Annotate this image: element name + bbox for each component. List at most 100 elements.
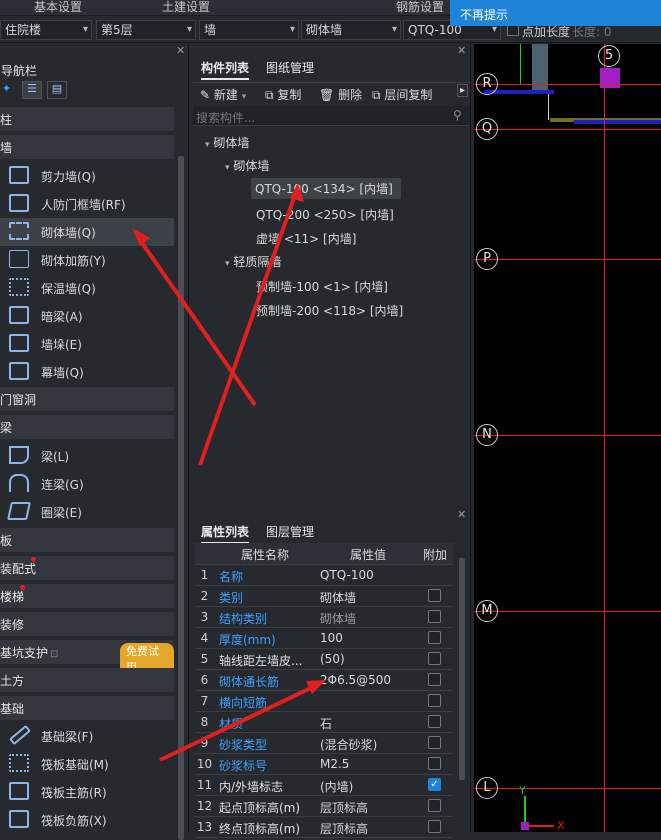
nav-category-earthwork[interactable]: 土方 <box>0 668 174 692</box>
property-name: 名称 <box>219 570 244 584</box>
nav-scrollbar[interactable] <box>178 156 184 840</box>
nav-item-raft-negative-rebar[interactable]: 筏板负筋(X) <box>0 806 174 834</box>
new-button[interactable]: ✎ 新建 ▾ <box>200 86 246 103</box>
property-value[interactable]: M2.5 <box>320 757 349 771</box>
close-icon[interactable]: ✕ <box>457 44 466 57</box>
property-value[interactable]: 砌体墙 <box>320 610 356 627</box>
extra-checkbox[interactable] <box>428 694 441 707</box>
extra-checkbox[interactable] <box>428 673 441 686</box>
extra-checkbox[interactable] <box>428 715 441 728</box>
nav-category-decoration[interactable]: 装修 <box>0 612 174 636</box>
floor-copy-button[interactable]: ⧉ 层间复制 <box>372 86 432 103</box>
nav-category-wall[interactable]: 墙 <box>0 135 174 159</box>
pin-icon[interactable]: ✦ <box>2 82 11 95</box>
table-row[interactable]: 7 横向短筋 <box>195 691 453 712</box>
tab-basic-settings[interactable]: 基本设置 <box>34 0 82 14</box>
nav-item-masonry-wall[interactable]: 砌体墙(Q) <box>0 218 174 246</box>
list-view-icon[interactable]: ☰ <box>22 81 42 99</box>
nav-item-civil-door-wall[interactable]: 人防门框墙(RF) <box>0 190 174 218</box>
tree-group-light-partition[interactable]: ▾ 轻质隔墙 <box>225 253 281 270</box>
table-row[interactable]: 3 结构类别 砌体墙 <box>195 607 453 628</box>
detail-view-icon[interactable]: ▤ <box>47 81 67 99</box>
tree-item-prefab-200[interactable]: 预制墙-200 <118> [内墙] <box>256 302 403 319</box>
nav-item-raft-foundation[interactable]: 筏板基础(M) <box>0 750 174 778</box>
tree-item-virtual-wall[interactable]: 虚墙 <11> [内墙] <box>256 230 356 247</box>
extra-checkbox[interactable] <box>428 736 441 749</box>
nav-item-insulation-wall[interactable]: 保温墙(Q) <box>0 274 174 302</box>
tab-layer-management[interactable]: 图层管理 <box>266 523 314 540</box>
property-scrollbar[interactable] <box>459 558 465 780</box>
table-row[interactable]: 4 厚度(mm) 100 <box>195 628 453 649</box>
table-row[interactable]: 6 砌体通长筋 2Φ6.5@500 <box>195 670 453 691</box>
tree-root[interactable]: ▾ 砌体墙 <box>205 134 249 151</box>
property-value[interactable]: 砌体墙 <box>320 589 356 606</box>
close-icon[interactable]: ✕ <box>176 44 185 57</box>
tree-group-masonry[interactable]: ▾ 砌体墙 <box>225 157 269 174</box>
floor-select[interactable]: 第5层 ▾ <box>96 20 196 40</box>
tab-property-list[interactable]: 属性列表 <box>201 523 250 544</box>
nav-category-pit-support[interactable]: 基坑支护⊡免费试用 <box>0 640 174 675</box>
nav-category-beam[interactable]: 梁 <box>0 415 174 439</box>
property-value[interactable]: 石 <box>320 715 332 732</box>
property-value[interactable]: (混合砂浆) <box>320 736 377 753</box>
property-value[interactable]: 层顶标高 <box>320 799 368 816</box>
nav-category-slab[interactable]: 板 <box>0 528 174 552</box>
nav-item-shear-wall[interactable]: 剪力墙(Q) <box>0 162 174 190</box>
nav-category-stairs[interactable]: 楼梯 <box>0 584 174 608</box>
building-select[interactable]: 住院楼 ▾ <box>0 20 92 40</box>
copy-button[interactable]: ⧉ 复制 <box>265 86 301 103</box>
tree-item-prefab-100[interactable]: 预制墙-100 <1> [内墙] <box>256 278 388 295</box>
property-value[interactable]: (内墙) <box>320 778 353 795</box>
drawing-canvas[interactable]: 5 R Q P N M L Y X <box>474 44 661 832</box>
close-icon[interactable]: ✕ <box>457 508 466 521</box>
table-row[interactable]: 5 轴线距左墙皮... (50) <box>195 649 453 670</box>
nav-category-openings[interactable]: 门窗洞 <box>0 387 174 411</box>
nav-item-hidden-beam[interactable]: 暗梁(A) <box>0 302 174 330</box>
table-row[interactable]: 9 砂浆类型 (混合砂浆) <box>195 733 453 754</box>
nav-item-beam[interactable]: 梁(L) <box>0 442 174 470</box>
extra-checkbox[interactable] <box>428 652 441 665</box>
component-search-input[interactable]: 搜索构件... <box>193 106 470 126</box>
nav-item-foundation-beam[interactable]: 基础梁(F) <box>0 722 174 750</box>
delete-button[interactable]: 🗑 删除 <box>319 86 362 103</box>
extra-checkbox[interactable] <box>428 820 441 833</box>
tab-component-list[interactable]: 构件列表 <box>201 59 250 80</box>
table-row[interactable]: 1 名称 QTQ-100 <box>195 565 453 586</box>
table-row[interactable]: 12 起点顶标高(m) 层顶标高 <box>195 796 453 817</box>
more-icon[interactable]: ▸ <box>457 84 469 97</box>
tree-item-qtq-100[interactable]: QTQ-100 <134> [内墙] <box>251 178 401 199</box>
extra-checkbox[interactable] <box>428 610 441 623</box>
tab-drawing-management[interactable]: 图纸管理 <box>266 59 314 76</box>
extra-checkbox[interactable] <box>428 631 441 644</box>
nav-item-link-beam[interactable]: 连梁(G) <box>0 470 174 498</box>
table-row[interactable]: 8 材质 石 <box>195 712 453 733</box>
subcategory-select[interactable]: 砌体墙 ▾ <box>301 20 401 40</box>
table-row[interactable]: 10 砂浆标号 M2.5 <box>195 754 453 775</box>
property-value[interactable]: 2Φ6.5@500 <box>320 673 391 687</box>
extra-checkbox-checked[interactable]: ✓ <box>428 778 441 791</box>
nav-category-prefab[interactable]: 装配式 <box>0 556 174 580</box>
table-row[interactable]: 13 终点顶标高(m) 层顶标高 <box>195 817 453 838</box>
property-value[interactable]: 层顶标高 <box>320 820 368 837</box>
property-value[interactable]: QTQ-100 <box>320 568 374 582</box>
extra-checkbox[interactable] <box>428 589 441 602</box>
nav-item-curtain-wall[interactable]: 幕墙(Q) <box>0 358 174 386</box>
extra-checkbox[interactable] <box>428 757 441 770</box>
nav-category-foundation[interactable]: 基础 <box>0 696 174 720</box>
tab-rebar-settings[interactable]: 钢筋设置 <box>396 0 444 14</box>
tree-item-qtq-200[interactable]: QTQ-200 <250> [内墙] <box>256 206 394 223</box>
property-value[interactable]: 100 <box>320 631 343 645</box>
extra-checkbox[interactable] <box>428 799 441 812</box>
nav-item-raft-main-rebar[interactable]: 筏板主筋(R) <box>0 778 174 806</box>
tab-civil-settings[interactable]: 土建设置 <box>162 0 210 14</box>
nav-item-ring-beam[interactable]: 圈梁(E) <box>0 498 174 526</box>
dont-show-again-button[interactable]: 不再提示 <box>450 0 661 26</box>
nav-item-masonry-rebar[interactable]: 砌体加筋(Y) <box>0 246 174 274</box>
property-value[interactable]: (50) <box>320 652 345 666</box>
nav-item-wall-pier[interactable]: 墙垛(E) <box>0 330 174 358</box>
table-row[interactable]: 2 类别 砌体墙 <box>195 586 453 607</box>
search-icon[interactable]: ⚲ <box>453 108 462 122</box>
table-row[interactable]: 11 内/外墙标志 (内墙) ✓ <box>195 775 453 796</box>
nav-category-column[interactable]: 柱 <box>0 107 174 131</box>
category-select[interactable]: 墙 ▾ <box>199 20 299 40</box>
